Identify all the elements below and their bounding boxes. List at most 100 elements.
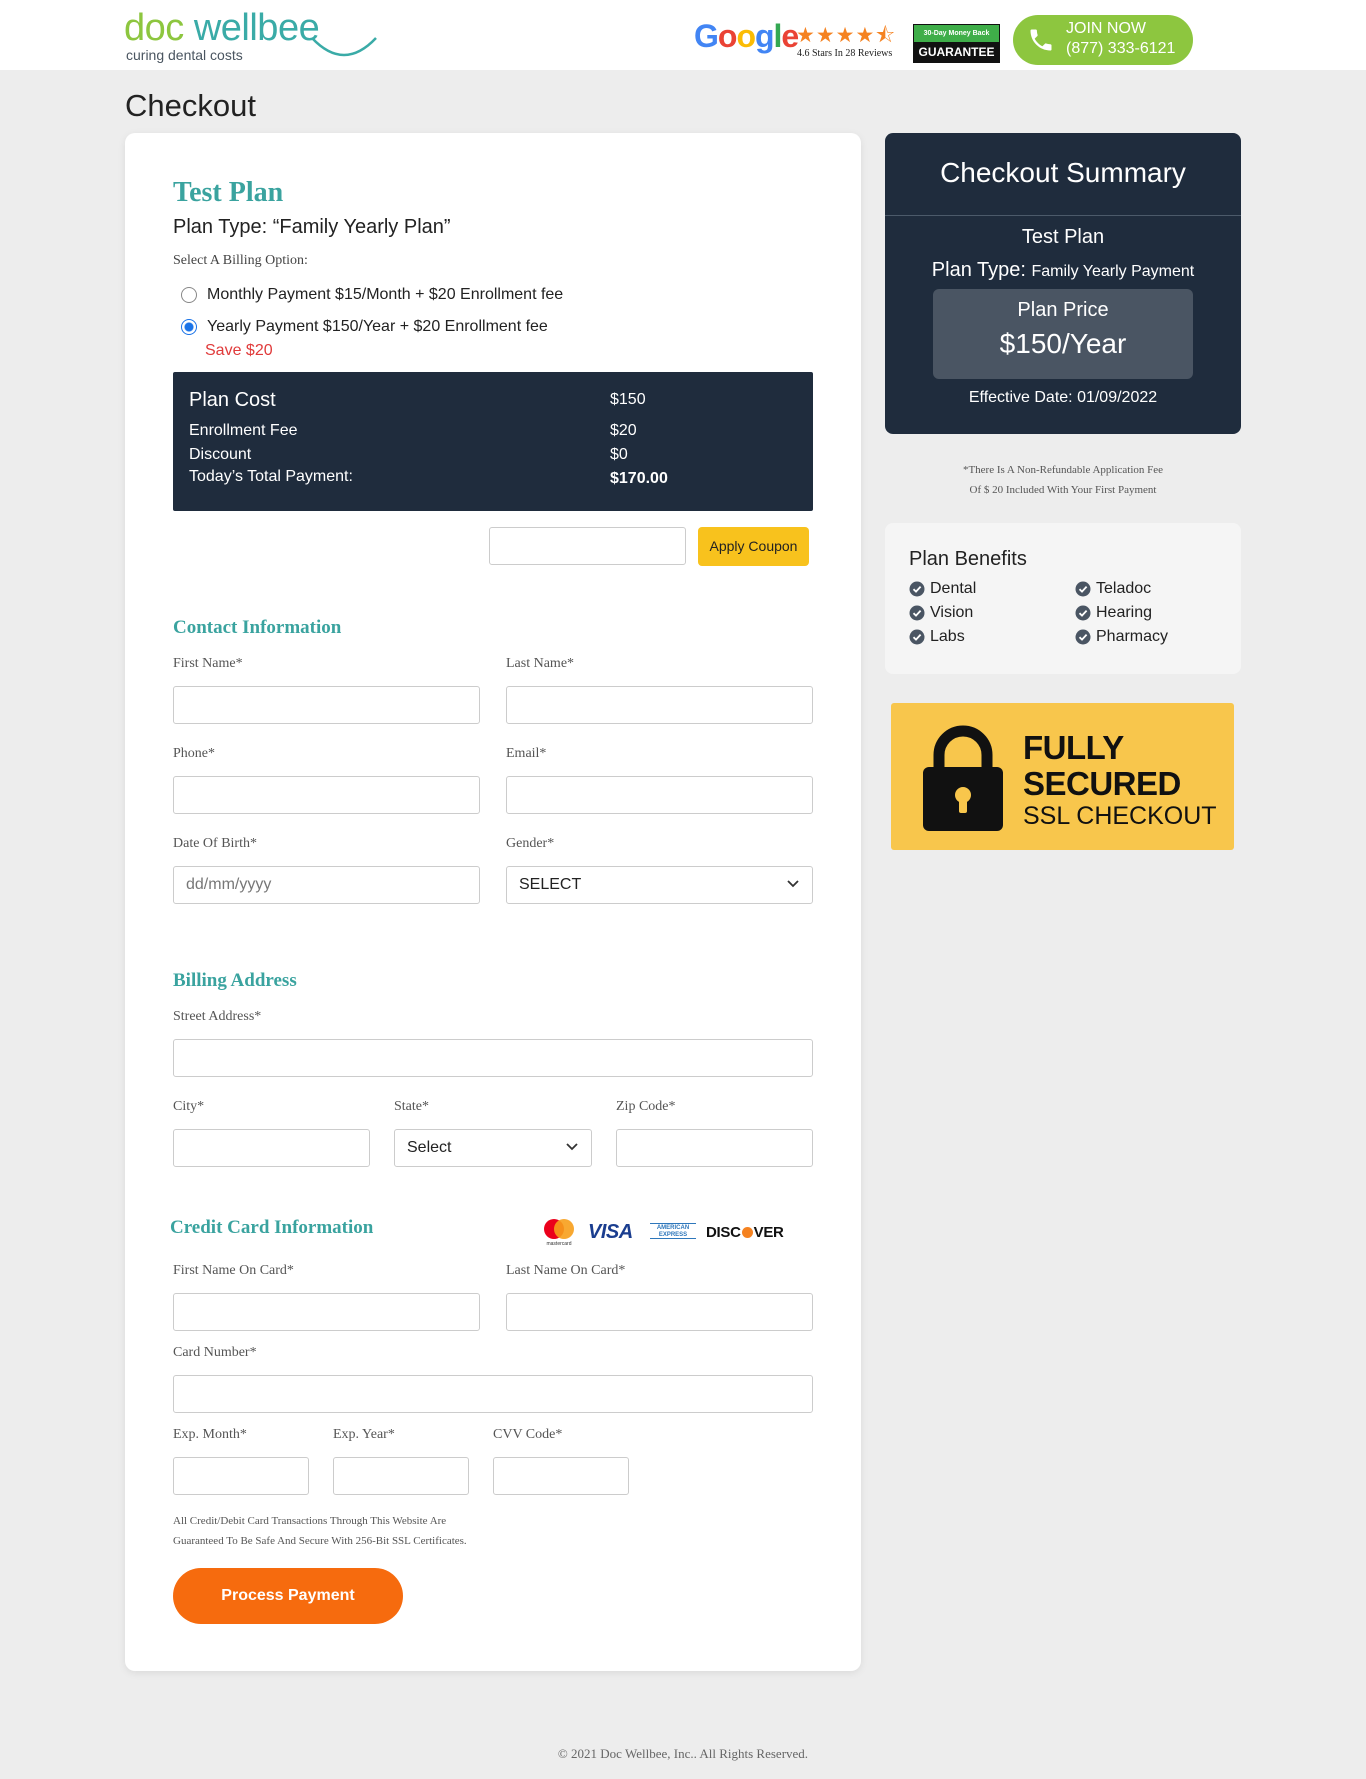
plan-price-label: Plan Price [1017, 299, 1109, 321]
state-label: State* [394, 1099, 429, 1114]
secured-line-2: SECURED [1023, 765, 1181, 802]
state-select[interactable]: Select [394, 1129, 592, 1167]
logo-wellbee: wellbee [193, 7, 320, 49]
benefit-item: Pharmacy [1075, 628, 1168, 646]
billing-address-heading: Billing Address [173, 970, 297, 991]
docwellbee-logo[interactable]: doc wellbee curing dental costs [124, 6, 377, 66]
check-circle-icon [909, 629, 925, 645]
gender-select[interactable]: SELECT [506, 866, 813, 904]
logo-doc: doc [124, 7, 184, 49]
email-field[interactable] [506, 776, 813, 814]
check-circle-icon [909, 605, 925, 621]
card-logos: mastercard VISA AMERICAN EXPRESS DISC VER [540, 1217, 800, 1247]
gender-select-value: SELECT [519, 876, 582, 893]
exp-year-label: Exp. Year* [333, 1427, 395, 1442]
benefit-item: Teladoc [1075, 580, 1151, 598]
city-field[interactable] [173, 1129, 370, 1167]
checkout-form-card: Test Plan Plan Type: “Family Yearly Plan… [125, 133, 861, 1671]
summary-plan-name: Test Plan [1021, 226, 1105, 248]
discover-icon: DISC VER [706, 1224, 784, 1241]
plan-price-value: $150/Year [999, 328, 1127, 359]
enrollment-fee-label: Enrollment Fee [189, 422, 298, 439]
radio-yearly[interactable] [181, 319, 197, 335]
check-circle-icon [1075, 629, 1091, 645]
google-logo: Google [694, 18, 799, 54]
billing-option-yearly[interactable]: Yearly Payment $150/Year + $20 Enrollmen… [181, 318, 548, 336]
padlock-icon [923, 725, 1003, 831]
last-name-label: Last Name* [506, 656, 575, 671]
billing-option-monthly[interactable]: Monthly Payment $15/Month + $20 Enrollme… [181, 286, 563, 304]
enrollment-fee-value: $20 [610, 422, 637, 439]
application-fee-note: *There Is A Non-Refundable Application F… [962, 464, 1164, 496]
process-payment-button[interactable]: Process Payment [173, 1568, 403, 1624]
checkout-summary-panel: Checkout Summary Test Plan Plan Type: Fa… [885, 133, 1241, 434]
plan-benefits-title: Plan Benefits [909, 548, 1027, 570]
phone-label: Phone* [173, 746, 215, 761]
secured-line-3: SSL CHECKOUT [1023, 802, 1217, 830]
card-last-name-field[interactable] [506, 1293, 813, 1331]
state-select-value: Select [407, 1139, 452, 1156]
street-address-label: Street Address* [173, 1009, 262, 1024]
plan-cost-value: $150 [610, 391, 646, 408]
effective-date: Effective Date: 01/09/2022 [968, 389, 1158, 406]
phone-icon [1030, 29, 1052, 51]
radio-monthly[interactable] [181, 287, 197, 303]
save-note: Save $20 [205, 342, 273, 359]
summary-divider [885, 215, 1241, 216]
exp-month-field[interactable] [173, 1457, 309, 1495]
join-now-label: JOIN NOW [1066, 20, 1146, 37]
cost-breakdown: Plan Cost $150 Enrollment Fee $20 Discou… [173, 372, 813, 511]
credit-card-heading: Credit Card Information [170, 1217, 374, 1238]
total-value: $170.00 [610, 470, 668, 487]
plan-price-box: Plan Price $150/Year [933, 289, 1193, 379]
dob-field[interactable]: dd/mm/yyyy [173, 866, 480, 904]
benefit-item: Labs [909, 628, 965, 646]
benefit-item: Dental [909, 580, 976, 598]
page-title: Checkout [125, 88, 256, 123]
gender-label: Gender* [506, 836, 555, 851]
zip-label: Zip Code* [616, 1099, 676, 1114]
plan-name: Test Plan [173, 177, 284, 208]
dob-label: Date Of Birth* [173, 836, 257, 851]
mastercard-icon: mastercard [544, 1219, 574, 1247]
plan-type: Plan Type: “Family Yearly Plan” [173, 216, 451, 238]
card-first-name-field[interactable] [173, 1293, 480, 1331]
card-last-name-label: Last Name On Card* [506, 1263, 626, 1278]
billing-option-label: Select A Billing Option: [173, 253, 308, 268]
footer-copyright: © 2021 Doc Wellbee, Inc.. All Rights Res… [557, 1746, 809, 1761]
check-circle-icon [909, 581, 925, 597]
street-address-field[interactable] [173, 1039, 813, 1077]
phone-field[interactable] [173, 776, 480, 814]
discount-label: Discount [189, 446, 252, 463]
benefit-item: Hearing [1075, 604, 1152, 622]
chevron-down-icon [787, 880, 799, 888]
plan-cost-label: Plan Cost [189, 389, 276, 411]
join-phone-number: (877) 333-6121 [1066, 40, 1176, 57]
card-number-field[interactable] [173, 1375, 813, 1413]
apply-coupon-button[interactable]: Apply Coupon [698, 527, 809, 566]
first-name-field[interactable] [173, 686, 480, 724]
join-now-button[interactable]: JOIN NOW (877) 333-6121 [1013, 15, 1193, 65]
exp-year-field[interactable] [333, 1457, 469, 1495]
check-circle-icon [1075, 605, 1091, 621]
visa-icon: VISA [588, 1221, 633, 1243]
email-label: Email* [506, 746, 547, 761]
secured-line-1: FULLY [1023, 729, 1124, 766]
cvv-field[interactable] [493, 1457, 629, 1495]
zip-field[interactable] [616, 1129, 813, 1167]
rating-text: 4.6 Stars In 28 Reviews [797, 48, 893, 59]
check-circle-icon [1075, 581, 1091, 597]
site-header: doc wellbee curing dental costs Google ★… [0, 0, 1366, 70]
ssl-disclaimer: All Credit/Debit Card Transactions Throu… [173, 1515, 467, 1547]
coupon-input[interactable] [489, 527, 686, 565]
exp-month-label: Exp. Month* [173, 1427, 247, 1442]
first-name-label: First Name* [173, 656, 243, 671]
amex-icon: AMERICAN EXPRESS [650, 1223, 696, 1239]
discount-value: $0 [610, 446, 628, 463]
chevron-down-icon [566, 1143, 578, 1151]
ssl-secured-badge: FULLY SECURED SSL CHECKOUT [891, 703, 1234, 850]
svg-text:mastercard: mastercard [546, 1241, 571, 1247]
summary-plan-type: Plan Type: Family Yearly Payment [931, 259, 1195, 281]
last-name-field[interactable] [506, 686, 813, 724]
card-number-label: Card Number* [173, 1345, 257, 1360]
